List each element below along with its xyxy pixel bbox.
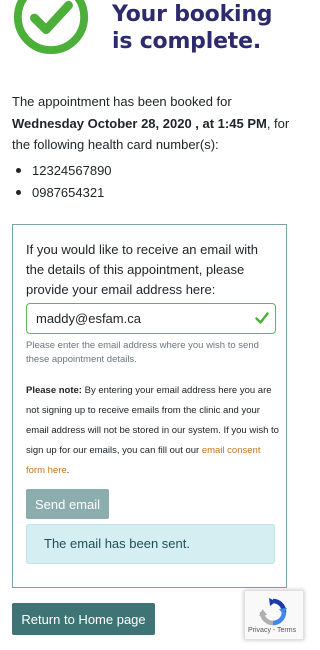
check-circle-icon [13,0,89,55]
health-card-number: 0987654321 [16,182,112,204]
email-prompt: If you would like to receive an email wi… [26,242,258,297]
privacy-note-label: Please note: [26,385,82,396]
appointment-date-time: Wednesday October 28, 2020 , at 1:45 PM [12,115,267,131]
page-title: Your booking is complete. [112,2,273,54]
confirmation-prefix: The appointment has been booked for [12,94,232,109]
health-card-list: 12324567890 0987654321 [16,160,112,203]
privacy-note-end: . [66,465,70,476]
email-help-text: Please enter the email address where you… [26,340,259,365]
email-sent-alert: The email has been sent. [26,524,275,564]
confirmation-text: The appointment has been booked for Wedn… [12,91,294,156]
send-email-button[interactable]: Send email [26,489,109,519]
recaptcha-badge[interactable]: Privacy - Terms [244,590,304,640]
return-home-button[interactable]: Return to Home page [12,603,155,635]
check-icon [255,312,269,324]
health-card-number: 12324567890 [16,160,112,182]
email-details-panel: If you would like to receive an email wi… [12,224,287,588]
recaptcha-icon [259,598,287,626]
privacy-note: Please note: By entering your email addr… [26,381,280,481]
email-field[interactable] [26,303,276,334]
recaptcha-privacy-terms[interactable]: Privacy - Terms [248,627,302,634]
